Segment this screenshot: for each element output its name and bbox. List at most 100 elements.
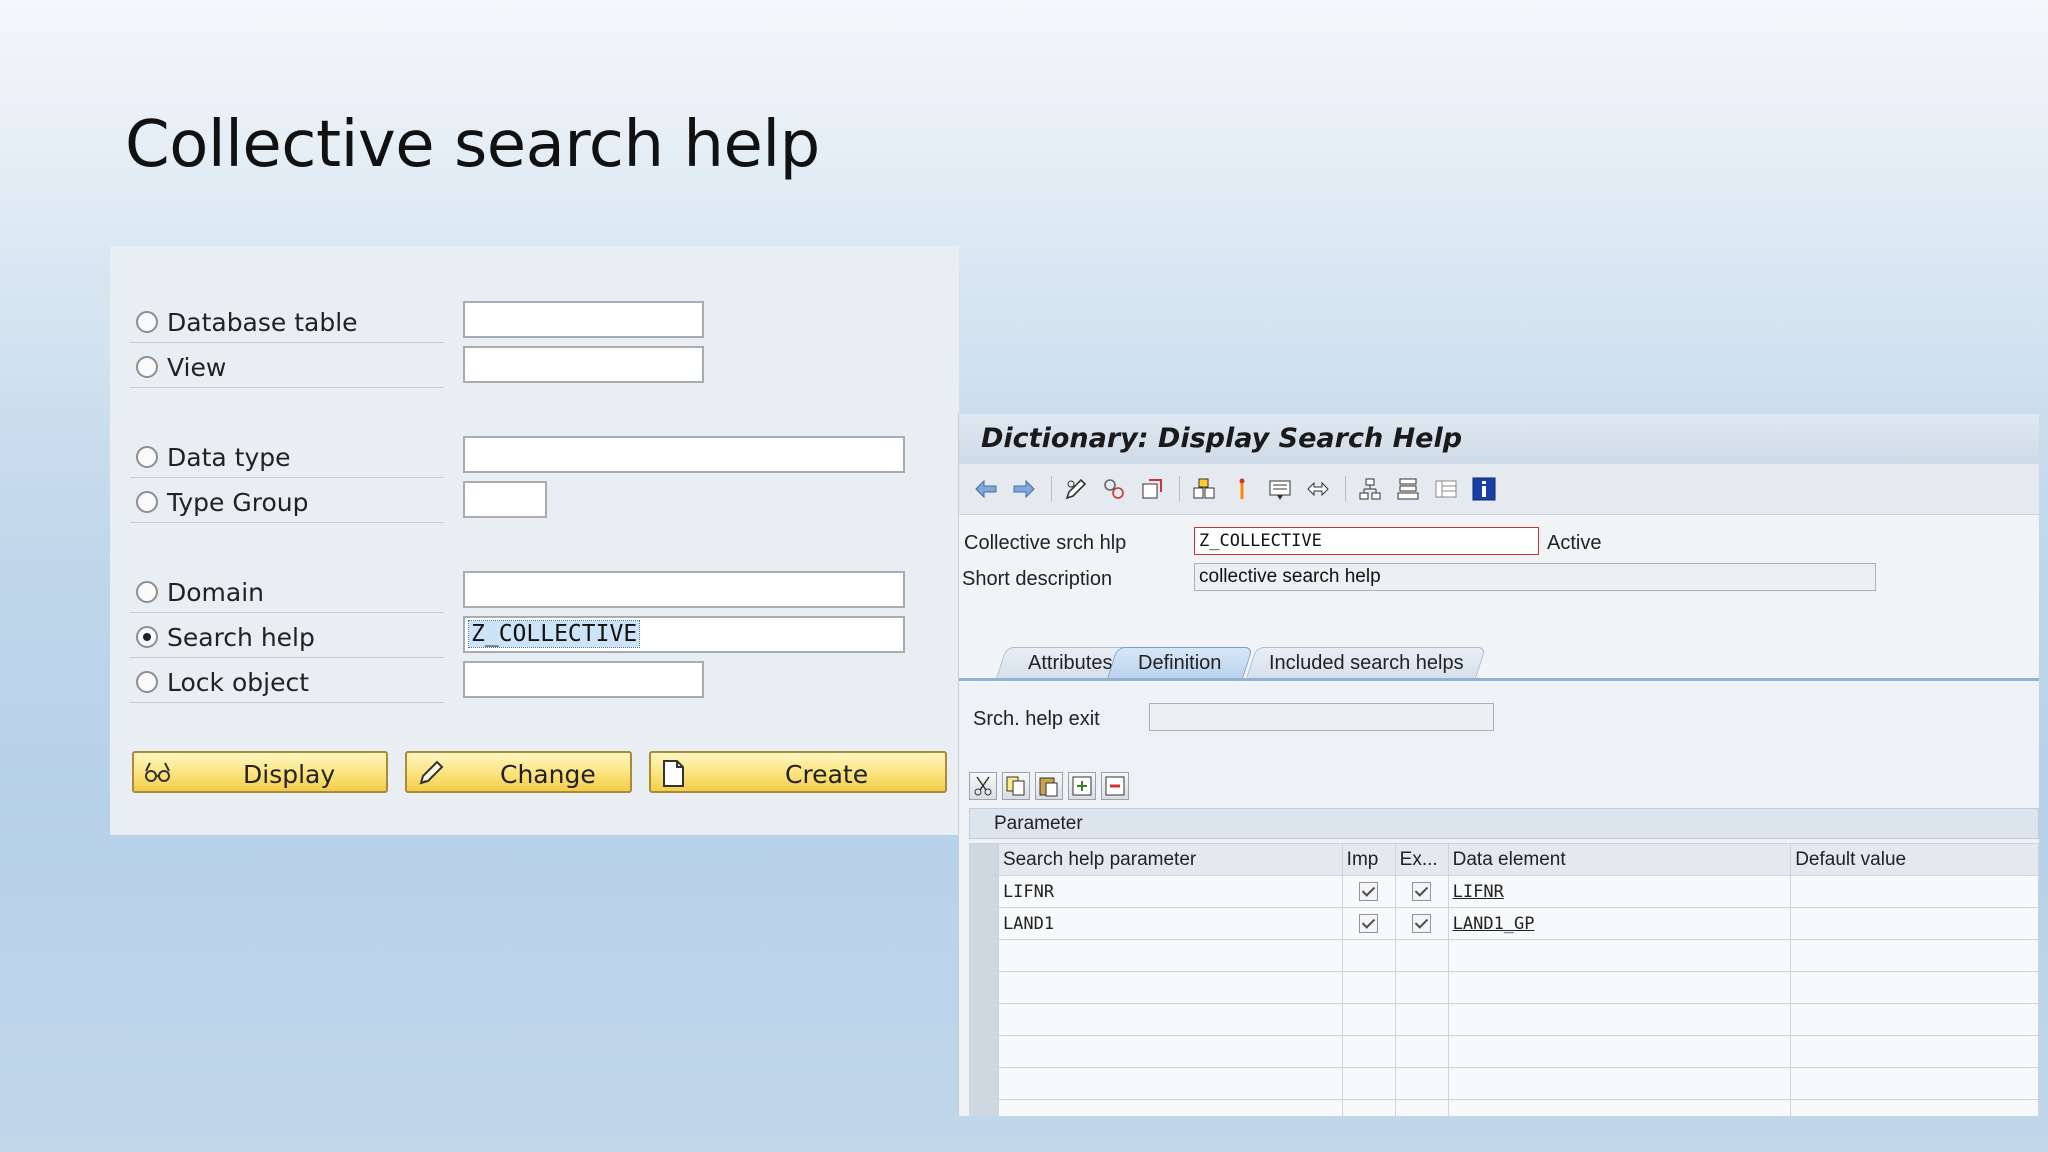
change-button[interactable]: Change [405,751,632,793]
search-help-input[interactable]: Z_COLLECTIVE [463,616,905,653]
lock-object-radio[interactable] [136,671,158,693]
empty-cell[interactable] [1790,1003,2039,1036]
delete-row-button[interactable] [1101,772,1129,800]
data-type-input[interactable] [463,436,905,473]
row-selector[interactable] [969,907,999,940]
table-row-empty[interactable] [969,939,2039,972]
collective-search-help-field[interactable]: Z_COLLECTIVE [1194,527,1539,555]
cut-button[interactable] [969,772,997,800]
info-icon[interactable] [1471,476,1497,502]
empty-cell[interactable] [1790,1035,2039,1068]
data-element-link[interactable]: LIFNR [1453,882,1504,902]
tab-included-search-helps[interactable]: Included search helps [1245,647,1487,679]
option-lock-object[interactable]: Lock object [130,659,444,703]
empty-cell[interactable] [997,939,1343,972]
database-table-radio[interactable] [136,311,158,333]
domain-radio[interactable] [136,581,158,603]
copy-button[interactable] [1002,772,1030,800]
search-help-exit-field[interactable] [1149,703,1494,731]
view-input[interactable] [463,346,704,383]
column-header-parameter[interactable]: Search help parameter [997,843,1343,876]
column-header-default-value[interactable]: Default value [1790,843,2039,876]
tab-included-label: Included search helps [1268,652,1464,674]
display-change-icon[interactable] [1063,476,1089,502]
parameter-cell[interactable]: LIFNR [997,875,1343,908]
row-selector[interactable] [969,1003,999,1036]
type-group-radio[interactable] [136,491,158,513]
empty-cell[interactable] [1447,1003,1792,1036]
empty-cell[interactable] [997,1067,1343,1100]
empty-cell[interactable] [1447,1099,1792,1116]
column-header-exp[interactable]: Ex... [1394,843,1449,876]
table-row[interactable]: LAND1 LAND1_GP [969,907,2039,940]
layout-icon[interactable] [1433,476,1459,502]
empty-cell[interactable] [1447,1035,1792,1068]
column-header-data-element[interactable]: Data element [1447,843,1792,876]
column-header-imp[interactable]: Imp [1341,843,1396,876]
check-icon[interactable] [1139,476,1165,502]
database-table-input[interactable] [463,301,704,338]
imp-checkbox[interactable] [1359,913,1379,933]
empty-cell[interactable] [1790,1099,2039,1116]
lock-object-input[interactable] [463,661,704,698]
empty-cell[interactable] [1447,971,1792,1004]
paste-button[interactable] [1035,772,1063,800]
row-selector[interactable] [969,971,999,1004]
empty-cell[interactable] [997,1035,1343,1068]
imp-checkbox[interactable] [1359,881,1379,901]
empty-cell[interactable] [1790,1067,2039,1100]
table-row-empty[interactable] [969,1003,2039,1036]
data-type-radio[interactable] [136,446,158,468]
where-used-icon[interactable] [1229,476,1255,502]
tab-definition[interactable]: Definition [1106,647,1254,679]
table-row-empty[interactable] [969,971,2039,1004]
create-button[interactable]: Create [649,751,947,793]
test-icon[interactable] [1267,476,1293,502]
table-row-empty[interactable] [969,1035,2039,1068]
activate-icon[interactable] [1191,476,1217,502]
empty-cell[interactable] [997,971,1343,1004]
exp-checkbox[interactable] [1412,881,1432,901]
row-selector[interactable] [969,875,999,908]
option-search-help[interactable]: Search help [130,614,444,658]
hierarchy-icon[interactable] [1357,476,1383,502]
empty-cell[interactable] [1790,939,2039,972]
option-type-group[interactable]: Type Group [130,479,444,523]
row-selector[interactable] [969,1067,999,1100]
parameter-cell[interactable]: LAND1 [997,907,1343,940]
search-help-radio[interactable] [136,626,158,648]
empty-cell[interactable] [1447,939,1792,972]
type-group-input[interactable] [463,481,547,518]
option-data-type[interactable]: Data type [130,434,444,478]
short-description-field[interactable]: collective search help [1194,563,1876,591]
exp-checkbox[interactable] [1412,913,1432,933]
object-selection-panel: Database table View Data type Type Group… [110,246,959,835]
row-selector[interactable] [969,1035,999,1068]
data-element-link[interactable]: LAND1_GP [1453,914,1535,934]
other-object-icon[interactable] [1101,476,1127,502]
table-row[interactable]: LIFNR LIFNR [969,875,2039,908]
row-selector-header[interactable] [969,843,999,876]
back-arrow-icon[interactable] [973,476,999,502]
navigate-icon[interactable] [1305,476,1331,502]
empty-cell[interactable] [1790,971,2039,1004]
table-row-empty[interactable] [969,1099,2039,1116]
option-domain[interactable]: Domain [130,569,444,613]
domain-input[interactable] [463,571,905,608]
empty-cell[interactable] [997,1099,1343,1116]
forward-arrow-icon[interactable] [1011,476,1037,502]
row-selector[interactable] [969,1099,999,1116]
empty-cell[interactable] [997,1003,1343,1036]
option-view[interactable]: View [130,344,444,388]
default-value-cell[interactable] [1790,907,2039,940]
option-database-table[interactable]: Database table [130,299,444,343]
insert-row-button[interactable] [1068,772,1096,800]
view-radio[interactable] [136,356,158,378]
display-button[interactable]: Display [132,751,388,793]
empty-cell[interactable] [1447,1067,1792,1100]
stack-icon[interactable] [1395,476,1421,502]
table-row-empty[interactable] [969,1067,2039,1100]
display-button-label: Display [243,760,336,789]
row-selector[interactable] [969,939,999,972]
default-value-cell[interactable] [1790,875,2039,908]
